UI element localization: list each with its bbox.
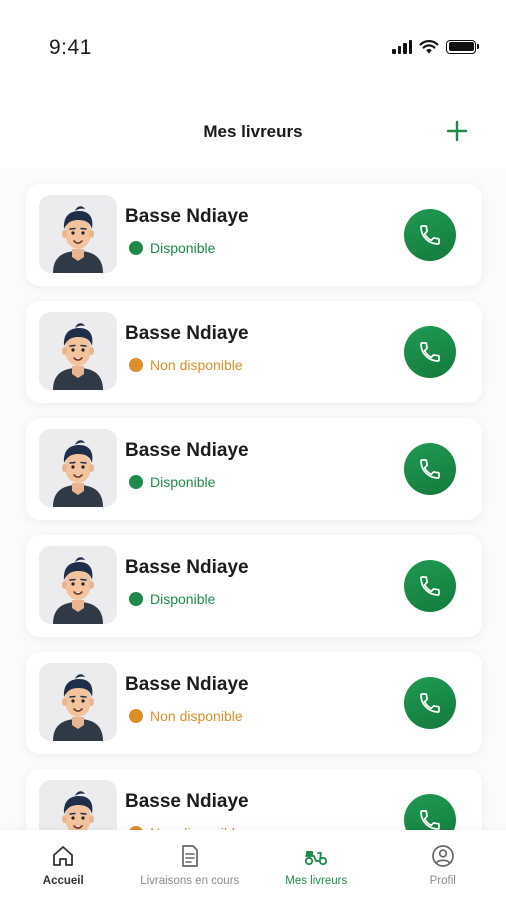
driver-card: Basse Ndiaye Non disponible xyxy=(26,769,482,830)
driver-name: Basse Ndiaye xyxy=(125,557,249,578)
avatar xyxy=(39,195,117,273)
driver-card: Basse Ndiaye Non disponible xyxy=(26,652,482,754)
status-dot xyxy=(129,358,143,372)
phone-icon xyxy=(420,693,440,713)
driver-card: Basse Ndiaye Non disponible xyxy=(26,301,482,403)
call-button[interactable] xyxy=(404,677,456,729)
driver-name: Basse Ndiaye xyxy=(125,674,249,695)
nav-label-mes-livreurs: Mes livreurs xyxy=(285,875,348,887)
phone-icon xyxy=(420,810,440,830)
driver-status: Disponible xyxy=(129,591,215,607)
nav-item-livraisons[interactable]: Livraisons en cours xyxy=(127,830,254,900)
driver-name: Basse Ndiaye xyxy=(125,206,249,227)
call-button[interactable] xyxy=(404,209,456,261)
status-dot xyxy=(129,241,143,255)
phone-icon xyxy=(420,342,440,362)
wifi-icon xyxy=(419,40,439,54)
nav-item-profil[interactable]: Profil xyxy=(380,830,506,900)
driver-name: Basse Ndiaye xyxy=(125,323,249,344)
user-circle-icon xyxy=(431,845,454,867)
driver-card: Basse Ndiaye Disponible xyxy=(26,184,482,286)
status-dot xyxy=(129,709,143,723)
battery-icon xyxy=(446,39,479,54)
driver-status: Disponible xyxy=(129,474,215,490)
call-button[interactable] xyxy=(404,443,456,495)
bottom-nav: Accueil Livraisons en cours Mes livreurs… xyxy=(0,830,506,900)
status-icons xyxy=(392,39,479,54)
driver-status: Non disponible xyxy=(129,708,243,724)
status-time: 9:41 xyxy=(49,36,92,59)
driver-name: Basse Ndiaye xyxy=(125,791,249,812)
driver-status: Disponible xyxy=(129,240,215,256)
cellular-signal-icon xyxy=(392,39,412,54)
status-bar: 9:41 xyxy=(0,0,506,90)
nav-item-mes-livreurs[interactable]: Mes livreurs xyxy=(253,830,380,900)
avatar xyxy=(39,312,117,390)
avatar xyxy=(39,429,117,507)
status-label: Disponible xyxy=(150,240,216,256)
status-label: Non disponible xyxy=(150,357,243,373)
driver-name: Basse Ndiaye xyxy=(125,440,249,461)
header: Mes livreurs xyxy=(0,110,506,154)
add-driver-button[interactable] xyxy=(444,118,470,144)
nav-label-profil: Profil xyxy=(429,875,456,887)
driver-card: Basse Ndiaye Disponible xyxy=(26,535,482,637)
home-icon xyxy=(53,846,74,866)
avatar xyxy=(39,663,117,741)
page-title: Mes livreurs xyxy=(203,122,303,141)
phone-icon xyxy=(420,459,440,479)
nav-item-accueil[interactable]: Accueil xyxy=(0,830,127,900)
driver-list[interactable]: Basse Ndiaye Disponible Basse Ndiaye Non… xyxy=(0,168,506,830)
status-label: Disponible xyxy=(150,474,216,490)
phone-icon xyxy=(420,225,440,245)
plus-icon xyxy=(446,120,468,142)
call-button[interactable] xyxy=(404,560,456,612)
scooter-icon xyxy=(305,851,328,866)
phone-icon xyxy=(420,576,440,596)
nav-label-livraisons: Livraisons en cours xyxy=(140,875,240,887)
driver-status: Non disponible xyxy=(129,357,243,373)
call-button[interactable] xyxy=(404,326,456,378)
avatar xyxy=(39,780,117,830)
driver-card: Basse Ndiaye Disponible xyxy=(26,418,482,520)
nav-label-accueil: Accueil xyxy=(42,875,84,887)
document-icon xyxy=(181,845,198,867)
status-label: Disponible xyxy=(150,591,216,607)
status-dot xyxy=(129,475,143,489)
status-label: Non disponible xyxy=(150,708,243,724)
call-button[interactable] xyxy=(404,794,456,830)
avatar xyxy=(39,546,117,624)
status-dot xyxy=(129,592,143,606)
